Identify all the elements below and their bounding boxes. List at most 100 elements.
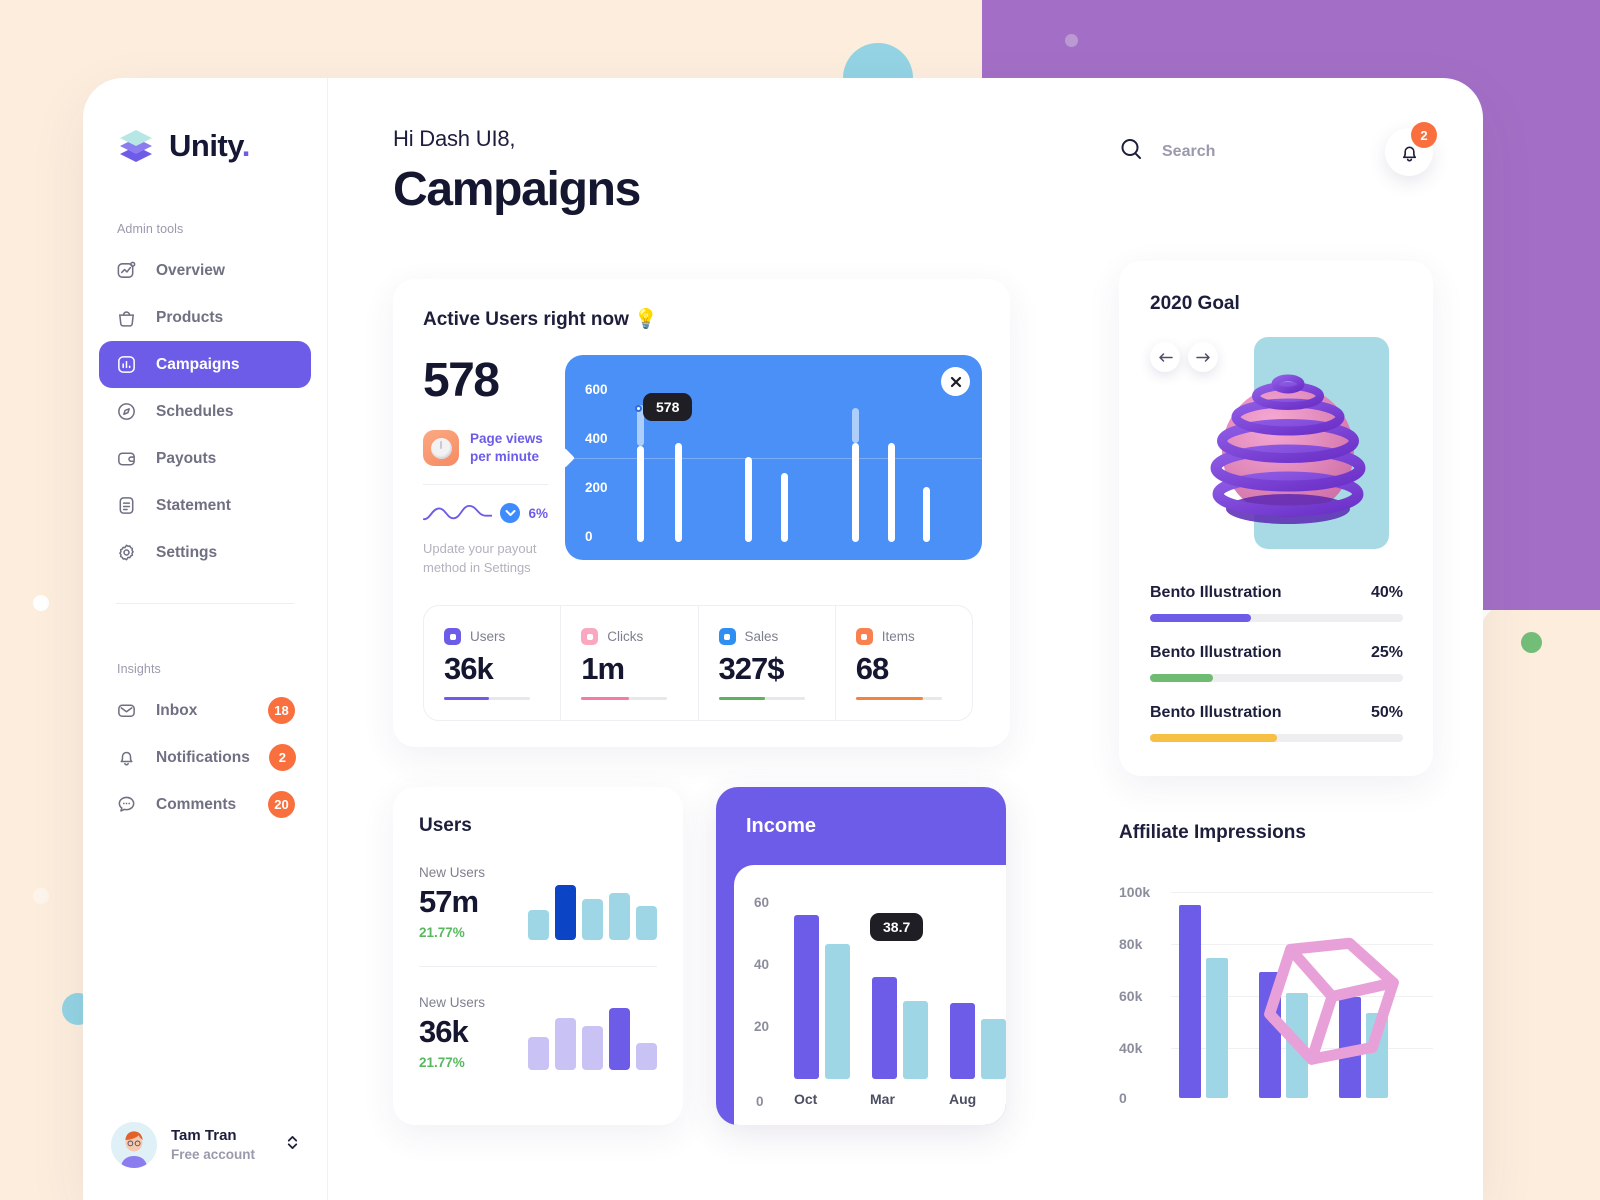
income-bar-group [950, 895, 1006, 1080]
arrow-left-icon[interactable] [1150, 342, 1180, 372]
sidebar-item-comments[interactable]: Comments 20 [99, 781, 311, 828]
stat-value: 68 [855, 651, 889, 687]
decor-circle-faint [33, 888, 49, 904]
sidebar-item-label: Campaigns [156, 355, 240, 373]
goal-name: Bento Illustration [1150, 644, 1282, 661]
user-profile[interactable]: Tam Tran Free account [83, 1122, 327, 1168]
sidebar-item-label: Comments [156, 795, 237, 813]
search-input[interactable]: Search [1162, 143, 1215, 161]
chart-notch [555, 447, 575, 468]
affiliate-y-axis: 100k 80k 60k 40k 0 [1119, 884, 1167, 1106]
lower-row: Users New Users 57m 21.77% New Users 36k… [393, 787, 1073, 1126]
stat-label: Clicks [607, 629, 644, 645]
sidebar-item-label: Notifications [156, 748, 250, 766]
sidebar-item-overview[interactable]: Overview [99, 247, 311, 294]
trend-row: 6% [423, 484, 548, 527]
notifications-button[interactable]: 2 [1385, 122, 1437, 176]
topbar: Search 2 [1119, 122, 1437, 178]
y-tick: 80k [1119, 936, 1143, 952]
active-users-card: Active Users right now 💡 578 Page views … [393, 279, 1010, 748]
chart-square-icon [115, 260, 137, 282]
income-plot: 38.7 [792, 895, 1006, 1080]
users-block-pct: 21.77% [419, 1055, 465, 1071]
search-box[interactable]: Search [1119, 137, 1215, 167]
background-cream-left [0, 243, 83, 1200]
y-tick: 60k [1119, 988, 1143, 1004]
users-block: New Users 36k 21.77% [419, 966, 657, 1096]
sidebar-item-label: Overview [156, 261, 225, 279]
brand[interactable]: Unity. [83, 128, 327, 164]
decor-circle-white [33, 595, 49, 611]
goal-percent: 40% [1370, 584, 1403, 601]
bag-square-icon [718, 628, 736, 646]
income-bar-group [794, 895, 850, 1080]
sidebar-item-products[interactable]: Products [99, 294, 311, 341]
stat-users[interactable]: Users 36k [424, 606, 562, 721]
sidebar-item-label: Statement [156, 496, 231, 514]
app-window: Unity. Admin tools Overview Products Cam… [83, 78, 1483, 1200]
goal-progress-track [1150, 734, 1403, 742]
bar-chart-icon [115, 354, 137, 376]
goal-row: Bento Illustration 25% [1150, 644, 1403, 682]
sidebar-item-label: Inbox [156, 701, 198, 719]
affiliate-title: Affiliate Impressions [1119, 822, 1306, 843]
x-tick: Mar [870, 1091, 895, 1108]
profile-plan: Free account [171, 1147, 256, 1163]
chart-y-axis: 600 400 200 0 [585, 355, 631, 560]
active-users-chart[interactable]: 600 400 200 0 578 [555, 355, 982, 560]
affiliate-chart[interactable]: 100k 80k 60k 40k 0 [1119, 884, 1433, 1122]
stat-value: 1m [581, 651, 625, 687]
y-tick: 0 [585, 529, 593, 544]
stat-clicks[interactable]: Clicks 1m [561, 606, 699, 721]
users-card-title: Users [419, 815, 472, 837]
sidebar-item-settings[interactable]: Settings [99, 529, 311, 576]
close-icon[interactable] [941, 367, 970, 396]
affiliate-impressions-section: Affiliate Impressions 100k 80k 60k 40k 0 [1119, 822, 1433, 1122]
sidebar-item-payouts[interactable]: Payouts [99, 435, 311, 482]
arrow-right-icon[interactable] [1188, 342, 1218, 372]
sidebar-item-label: Products [156, 308, 224, 326]
sidebar-item-inbox[interactable]: Inbox 18 [99, 687, 311, 734]
trend-percent: 6% [528, 505, 548, 521]
sidebar-item-campaigns[interactable]: Campaigns [99, 341, 311, 388]
users-block-value: 36k [419, 1014, 469, 1050]
search-icon [1119, 137, 1144, 167]
nav-section-insights-label: Insights [117, 662, 161, 676]
sidebar: Unity. Admin tools Overview Products Cam… [83, 78, 328, 1200]
chevron-down-circle-icon [500, 503, 521, 524]
sidebar-item-notifications[interactable]: Notifications 2 [99, 734, 311, 781]
profile-text: Tam Tran Free account [171, 1126, 255, 1164]
up-down-chevrons-icon[interactable] [286, 1133, 299, 1157]
center-column: Hi Dash UI8, Campaigns Active Users righ… [328, 78, 1073, 1200]
goal-card: 2020 Goal Bento Illustration 40% Bento I… [1119, 261, 1433, 776]
box-square-icon [855, 628, 873, 646]
sphere-rings-3d-icon [1206, 363, 1370, 527]
bell-icon [115, 747, 137, 769]
envelope-icon [115, 700, 137, 722]
users-block-label: New Users [419, 995, 486, 1011]
gear-icon [115, 542, 137, 564]
sidebar-badge-notifications: 2 [268, 744, 296, 771]
layers-icon [116, 129, 156, 163]
sidebar-item-schedules[interactable]: Schedules [99, 388, 311, 435]
greeting: Hi Dash UI8, [393, 126, 516, 151]
brand-name: Unity. [169, 128, 250, 163]
main-area: Hi Dash UI8, Campaigns Active Users righ… [328, 78, 1483, 1200]
decor-circle-green [1521, 632, 1542, 653]
user-square-icon [444, 628, 461, 646]
sidebar-item-statement[interactable]: Statement [99, 482, 311, 529]
stat-sales[interactable]: Sales 327$ [699, 606, 836, 721]
dashboard-screen: Unity. Admin tools Overview Products Cam… [0, 0, 1600, 1200]
active-users-count: 578 [423, 354, 500, 407]
income-chart[interactable]: 60 40 20 0 38.7 Oct Mar Aug [734, 865, 1006, 1126]
y-tick: 40k [1119, 1040, 1143, 1056]
comment-icon [115, 794, 137, 816]
profile-name: Tam Tran [171, 1126, 237, 1144]
page-views-row: Page views per minute [423, 430, 548, 467]
goal-percent: 50% [1370, 704, 1403, 721]
y-tick: 400 [585, 431, 608, 446]
avatar [111, 1122, 157, 1168]
stat-items[interactable]: Items 68 [836, 606, 972, 720]
goal-name: Bento Illustration [1150, 584, 1282, 601]
sparkline-icon [423, 505, 493, 521]
